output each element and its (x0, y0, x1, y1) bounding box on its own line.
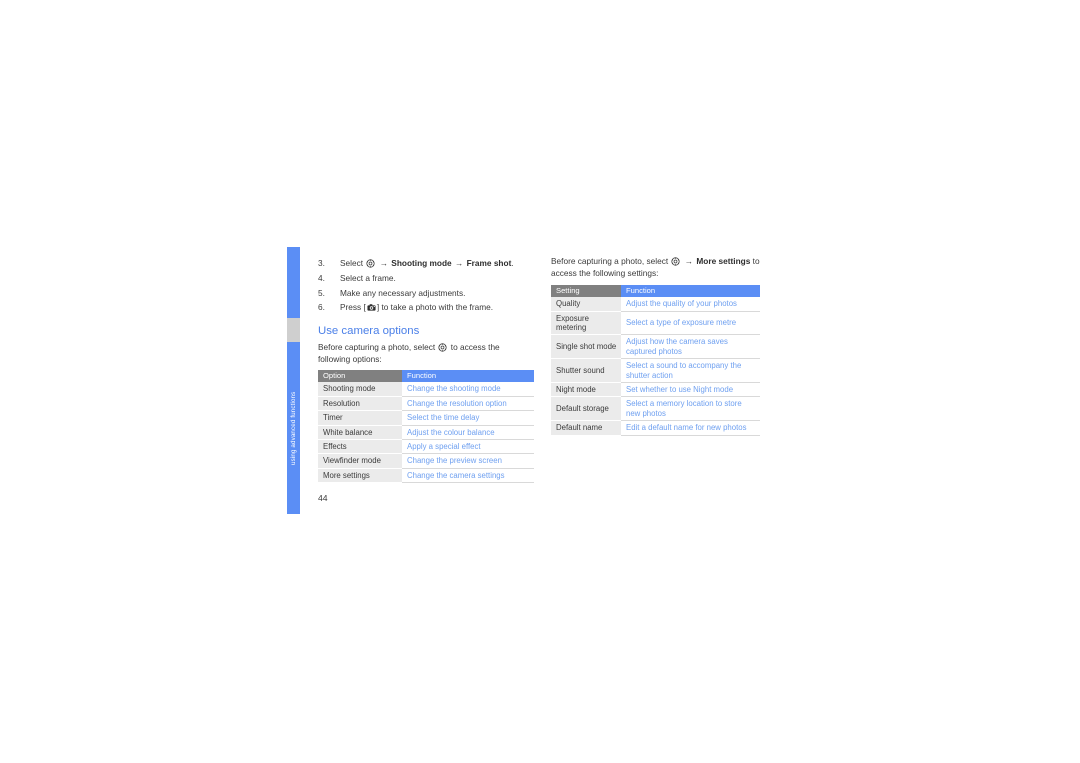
list-item: 3. Select → Shooting mode → Frame shot. (318, 256, 534, 271)
table-row: More settings Change the camera settings (318, 468, 534, 484)
option-function: Select the time delay (402, 410, 534, 426)
step-number: 6. (318, 302, 325, 313)
camera-settings-gear-icon (366, 258, 375, 268)
option-function: Adjust the colour balance (402, 425, 534, 441)
step-text: Select → Shooting mode → Frame shot. (340, 258, 514, 268)
setting-function: Select a sound to accompany the shutter … (621, 358, 760, 384)
sidebar-tab-gap (287, 318, 300, 342)
step-text: Make any necessary adjustments. (340, 287, 466, 298)
step-number: 3. (318, 258, 325, 268)
step-number: 4. (318, 272, 325, 283)
intro-text-before: Before capturing a photo, select (318, 342, 436, 353)
setting-function: Set whether to use Night mode (621, 382, 760, 398)
camera-key-icon (367, 303, 376, 312)
table-row: Effects Apply a special effect (318, 439, 534, 455)
setting-function: Edit a default name for new photos (621, 420, 760, 436)
arrow-right-icon: → (455, 258, 464, 268)
table-row: Default storage Select a memory location… (551, 396, 760, 422)
step-list: 3. Select → Shooting mode → Frame shot. 4… (318, 256, 534, 315)
settings-intro-paragraph: Before capturing a photo, select → More … (551, 256, 760, 279)
table-row: White balance Adjust the colour balance (318, 425, 534, 441)
arrow-right-icon: → (684, 256, 694, 266)
column-header-function: Function (621, 285, 760, 298)
setting-function: Select a type of exposure metre (621, 311, 760, 336)
step-bold-2: Frame shot (466, 258, 512, 268)
camera-settings-gear-icon (671, 256, 681, 266)
step-number: 5. (318, 287, 325, 298)
setting-name: Shutter sound (551, 358, 621, 384)
option-function: Change the resolution option (402, 396, 534, 412)
list-item: 6. Press [] to take a photo with the fram… (318, 300, 534, 315)
setting-function: Select a memory location to store new ph… (621, 396, 760, 422)
intro-bold-more-settings: More settings (696, 256, 751, 266)
option-function: Apply a special effect (402, 439, 534, 455)
option-function: Change the preview screen (402, 453, 534, 469)
option-name: More settings (318, 468, 402, 484)
table-header-row: Option Function (318, 370, 534, 383)
camera-settings-gear-icon (438, 343, 448, 352)
setting-function: Adjust how the camera saves captured pho… (621, 334, 760, 360)
setting-name: Night mode (551, 382, 621, 398)
option-name: Shooting mode (318, 382, 402, 397)
setting-function: Adjust the quality of your photos (621, 297, 760, 312)
option-name: Effects (318, 439, 402, 455)
table-row: Single shot mode Adjust how the camera s… (551, 334, 760, 360)
setting-name: Default name (551, 420, 621, 436)
step-bold-1: Shooting mode (391, 258, 452, 268)
table-row: Default name Edit a default name for new… (551, 420, 760, 436)
manual-page: using advanced functions 3. Select → Shoo… (0, 0, 1080, 763)
arrow-right-icon: → (379, 258, 388, 268)
column-header-setting: Setting (551, 285, 621, 298)
right-column: Before capturing a photo, select → More … (551, 256, 760, 436)
sidebar-tab-label: using advanced functions (290, 391, 297, 465)
table-row: Resolution Change the resolution option (318, 396, 534, 412)
page-title: Use camera options (318, 325, 420, 338)
table-header-row: Setting Function (551, 285, 760, 298)
step-text: Press [] to take a photo with the frame. (340, 302, 494, 313)
option-name: White balance (318, 425, 402, 441)
setting-name: Single shot mode (551, 334, 621, 360)
table-row: Exposure metering Select a type of expos… (551, 311, 760, 336)
intro-text-before: Before capturing a photo, select (551, 256, 669, 266)
camera-settings-table: Setting Function Quality Adjust the qual… (551, 285, 760, 436)
left-column: 3. Select → Shooting mode → Frame shot. 4… (318, 256, 534, 484)
option-name: Viewfinder mode (318, 453, 402, 469)
setting-name: Quality (551, 297, 621, 312)
options-intro-paragraph: Before capturing a photo, select to acce… (318, 342, 534, 365)
table-row: Timer Select the time delay (318, 410, 534, 426)
page-number: 44 (318, 493, 328, 503)
list-item: 4. Select a frame. (318, 271, 534, 286)
setting-name: Default storage (551, 396, 621, 422)
option-name: Timer (318, 410, 402, 426)
list-item: 5. Make any necessary adjustments. (318, 286, 534, 301)
column-header-option: Option (318, 370, 402, 383)
table-row: Night mode Set whether to use Night mode (551, 382, 760, 398)
option-name: Resolution (318, 396, 402, 412)
step-text: Select a frame. (340, 272, 396, 283)
option-function: Change the camera settings (402, 468, 534, 484)
table-row: Shutter sound Select a sound to accompan… (551, 358, 760, 384)
table-row: Viewfinder mode Change the preview scree… (318, 453, 534, 469)
option-function: Change the shooting mode (402, 382, 534, 397)
column-header-function: Function (402, 370, 534, 383)
table-row: Shooting mode Change the shooting mode (318, 382, 534, 397)
setting-name: Exposure metering (551, 311, 621, 336)
camera-options-table: Option Function Shooting mode Change the… (318, 370, 534, 484)
table-row: Quality Adjust the quality of your photo… (551, 297, 760, 312)
